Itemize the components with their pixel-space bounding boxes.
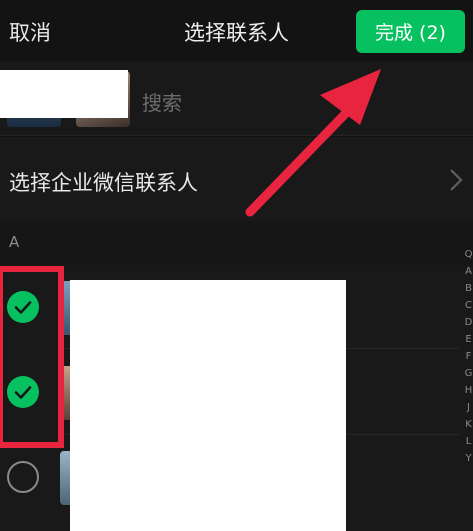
annotation-arrow-icon [245,69,381,217]
